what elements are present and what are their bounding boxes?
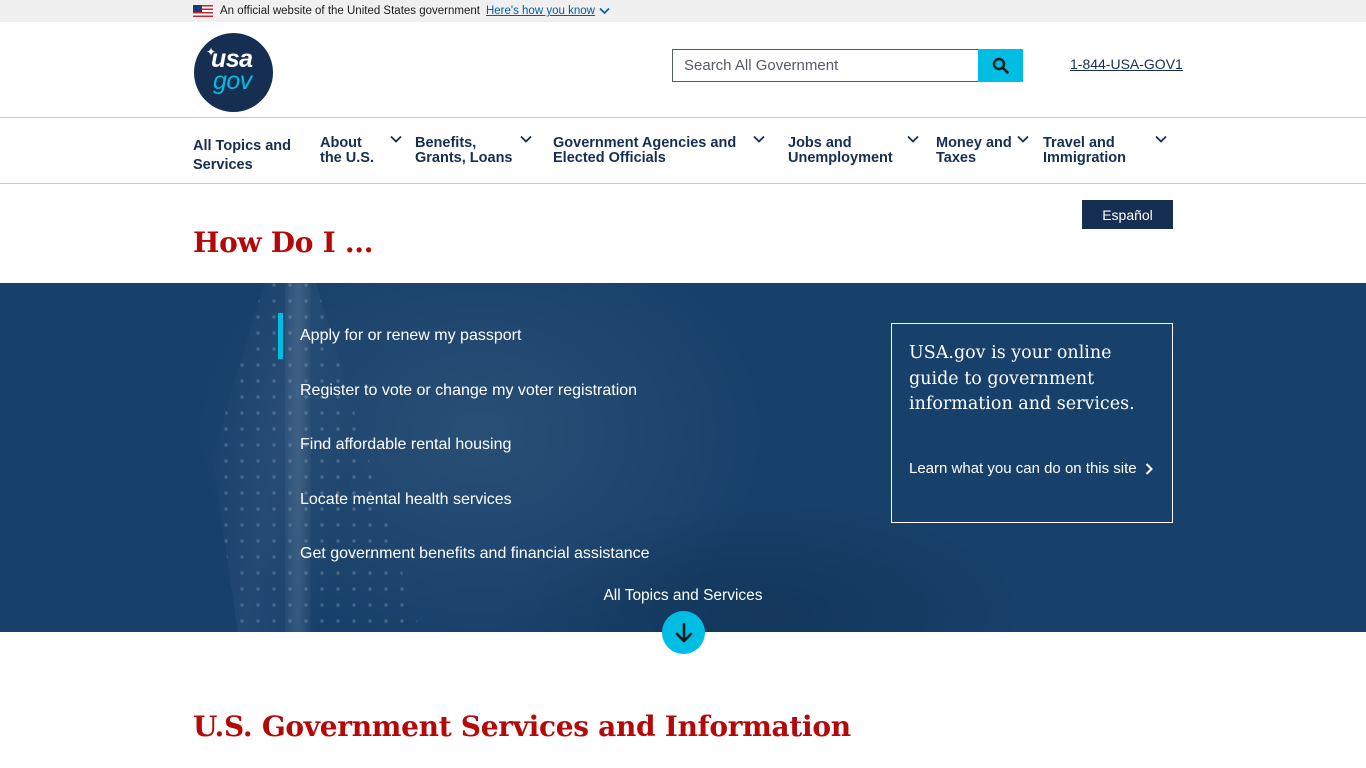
chevron-down-icon (1155, 135, 1167, 143)
nav-item-benefits[interactable]: Benefits, Grants, Loans (415, 136, 532, 166)
main-nav: All Topics and Services About the U.S. B… (0, 118, 1366, 184)
official-banner-text: An official website of the United States… (220, 5, 480, 17)
nav-item-money[interactable]: Money and Taxes (936, 136, 1029, 166)
nav-item-all-topics[interactable]: All Topics and Services (193, 137, 293, 175)
nav-item-jobs[interactable]: Jobs and Unemployment (788, 136, 919, 166)
nav-item-agencies[interactable]: Government Agencies and Elected Official… (553, 136, 765, 166)
espanol-button[interactable]: Español (1082, 200, 1173, 229)
guide-callout-box: USA.gov is your online guide to governme… (891, 323, 1173, 523)
chevron-down-icon (1017, 135, 1029, 143)
task-link-housing[interactable]: Find affordable rental housing (278, 422, 650, 468)
task-link-label: Find affordable rental housing (300, 436, 512, 453)
nav-item-label: Government Agencies and Elected Official… (553, 135, 737, 166)
task-link-passport[interactable]: Apply for or renew my passport (278, 313, 650, 359)
page-title-area: Español How Do I ... (0, 184, 1366, 283)
search-icon (992, 57, 1009, 74)
how-do-i-heading: How Do I ... (193, 226, 374, 259)
task-link-label: Get government benefits and financial as… (300, 545, 650, 562)
phone-link[interactable]: 1-844-USA-GOV1 (1070, 56, 1183, 72)
all-topics-link[interactable]: All Topics and Services (603, 587, 762, 604)
logo-gov-text: gov (213, 67, 252, 95)
services-section-heading: U.S. Government Services and Information (193, 710, 851, 743)
how-do-i-task-list: Apply for or renew my passport Register … (278, 313, 650, 586)
task-link-vote[interactable]: Register to vote or change my voter regi… (278, 368, 650, 414)
all-topics-label: All Topics and Services (0, 587, 1366, 605)
chevron-right-icon (1145, 462, 1153, 475)
learn-more-label: Learn what you can do on this site (909, 459, 1137, 477)
heres-how-you-know-label: Here's how you know (485, 5, 595, 17)
nav-item-travel[interactable]: Travel and Immigration (1043, 136, 1167, 166)
search-input[interactable] (672, 49, 978, 82)
site-header: ✦ usa gov 1-844-USA-GOV1 (0, 22, 1366, 118)
nav-item-about-us[interactable]: About the U.S. (320, 136, 402, 166)
task-link-label: Apply for or renew my passport (300, 327, 522, 344)
chevron-down-icon (907, 135, 919, 143)
nav-item-label: Money and Taxes (936, 135, 1012, 166)
search-button[interactable] (978, 49, 1023, 82)
scroll-down-button[interactable] (662, 611, 705, 654)
learn-more-link[interactable]: Learn what you can do on this site (909, 456, 1155, 482)
official-banner: An official website of the United States… (0, 0, 1366, 22)
us-flag-icon (193, 5, 213, 17)
arrow-down-icon (675, 622, 692, 642)
chevron-down-icon (390, 135, 402, 143)
guide-callout-text: USA.gov is your online guide to governme… (909, 343, 1135, 414)
task-link-label: Register to vote or change my voter regi… (300, 381, 638, 399)
chevron-down-icon (599, 7, 610, 15)
nav-item-label: About the U.S. (320, 135, 374, 166)
nav-item-label: Travel and Immigration (1043, 135, 1126, 166)
task-link-mental-health[interactable]: Locate mental health services (278, 477, 650, 523)
search-form (672, 49, 1023, 82)
task-link-benefits[interactable]: Get government benefits and financial as… (278, 531, 650, 577)
hero-section: Apply for or renew my passport Register … (0, 283, 1366, 632)
nav-item-label: Benefits, Grants, Loans (415, 135, 513, 166)
task-link-label: Locate mental health services (300, 490, 512, 508)
chevron-down-icon (753, 135, 765, 143)
usagov-logo[interactable]: ✦ usa gov (194, 33, 273, 112)
nav-item-label: Jobs and Unemployment (788, 135, 893, 166)
chevron-down-icon (520, 135, 532, 143)
heres-how-you-know-link[interactable]: Here's how you know (486, 5, 610, 17)
nav-item-label: All Topics and Services (193, 138, 292, 173)
